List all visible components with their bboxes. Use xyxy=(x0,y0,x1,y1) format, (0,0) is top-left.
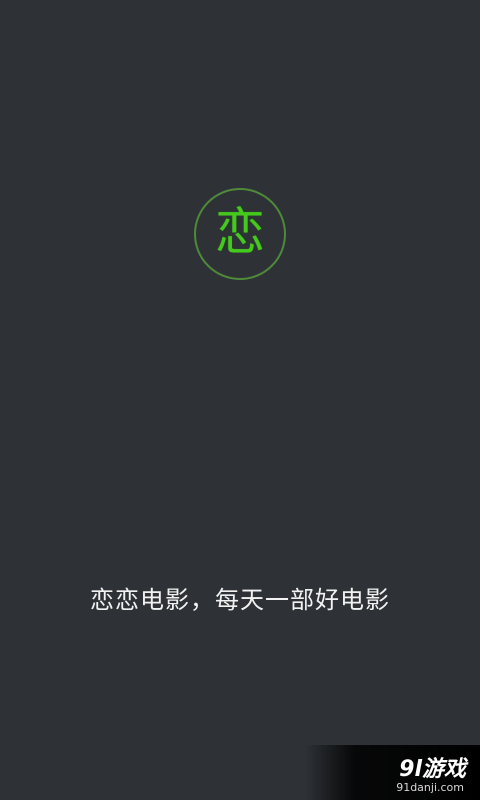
watermark-url: 91danji.com xyxy=(396,781,464,794)
watermark-logo-text: 9l游戏 xyxy=(399,757,466,782)
app-logo: 恋 xyxy=(194,188,286,280)
app-logo-character: 恋 xyxy=(215,203,265,261)
site-watermark: 9l游戏 91danji.com xyxy=(305,745,480,800)
splash-screen: 恋 恋恋电影，每天一部好电影 xyxy=(0,0,480,800)
splash-tagline: 恋恋电影，每天一部好电影 xyxy=(90,586,390,614)
